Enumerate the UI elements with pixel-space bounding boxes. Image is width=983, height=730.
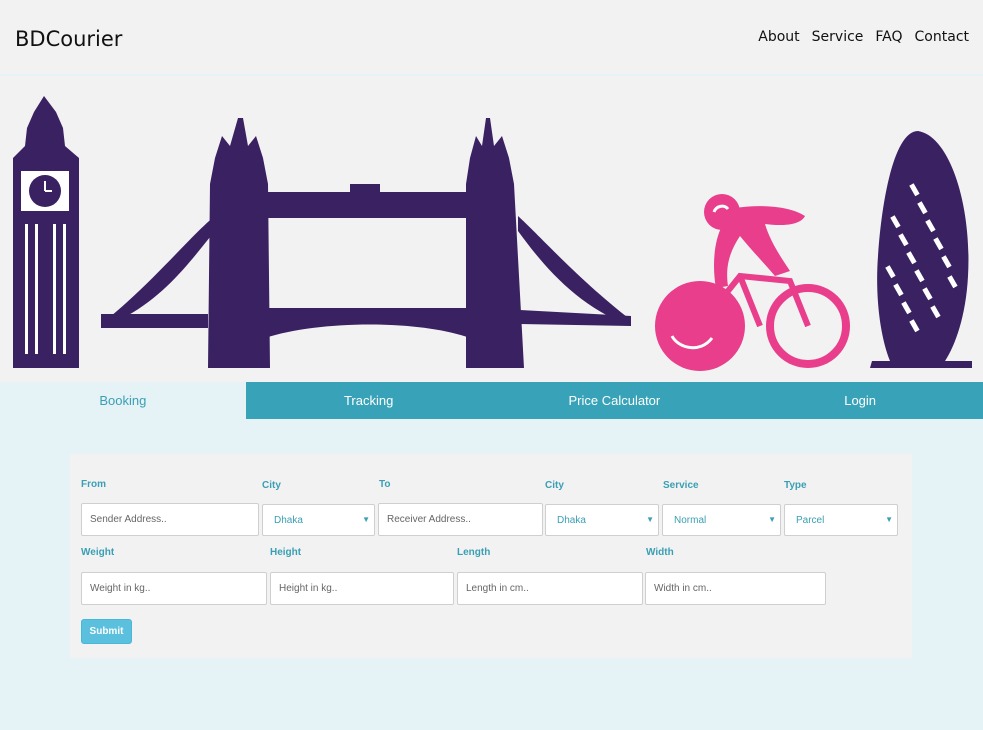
sender-city-select[interactable]: Dhaka ▼ [262,504,375,536]
width-input[interactable] [645,572,826,605]
chevron-down-icon: ▼ [768,515,776,524]
type-select[interactable]: Parcel ▼ [784,504,898,536]
site-header: BDCourier About Service FAQ Contact [0,0,983,74]
from-label: From [81,479,106,490]
length-input[interactable] [457,572,643,605]
length-label: Length [457,547,491,558]
receiver-city-value: Dhaka [557,515,586,526]
tab-booking[interactable]: Booking [0,382,246,419]
to-label: To [379,479,391,490]
width-label: Width [646,547,674,558]
submit-button[interactable]: Submit [81,619,132,644]
big-ben-icon [13,96,79,368]
nav-service-link[interactable]: Service [812,29,864,45]
receiver-city-select[interactable]: Dhaka ▼ [545,504,659,536]
service-value: Normal [674,515,707,526]
tab-tracking[interactable]: Tracking [245,382,492,419]
receiver-city-label: City [545,480,564,491]
nav-about-link[interactable]: About [758,29,799,45]
chevron-down-icon: ▼ [646,515,654,524]
nav-faq-link[interactable]: FAQ [875,29,902,45]
hero-banner [0,76,983,382]
height-label: Height [270,547,302,558]
tower-bridge-icon [101,118,631,368]
main-nav: About Service FAQ Contact [758,29,969,45]
brand-logo[interactable]: BDCourier [15,27,122,51]
tab-bar: Booking Tracking Price Calculator Login [0,382,983,419]
receiver-address-input[interactable] [378,503,543,536]
weight-label: Weight [81,547,115,558]
service-label: Service [663,480,699,491]
nav-contact-link[interactable]: Contact [915,29,969,45]
type-value: Parcel [796,515,825,526]
chevron-down-icon: ▼ [885,515,893,524]
weight-input[interactable] [81,572,267,605]
cyclist-icon [655,194,850,371]
height-input[interactable] [270,572,454,605]
tab-price-calculator[interactable]: Price Calculator [491,382,738,419]
sender-address-input[interactable] [81,503,259,536]
tab-login[interactable]: Login [737,382,983,419]
type-label: Type [784,480,807,491]
booking-form: From City To City Service Type Dhaka ▼ D… [70,454,912,658]
sender-city-value: Dhaka [274,515,303,526]
chevron-down-icon: ▼ [362,515,370,524]
gherkin-icon [870,131,972,368]
service-select[interactable]: Normal ▼ [662,504,781,536]
sender-city-label: City [262,480,281,491]
hero-illustration [13,96,972,371]
